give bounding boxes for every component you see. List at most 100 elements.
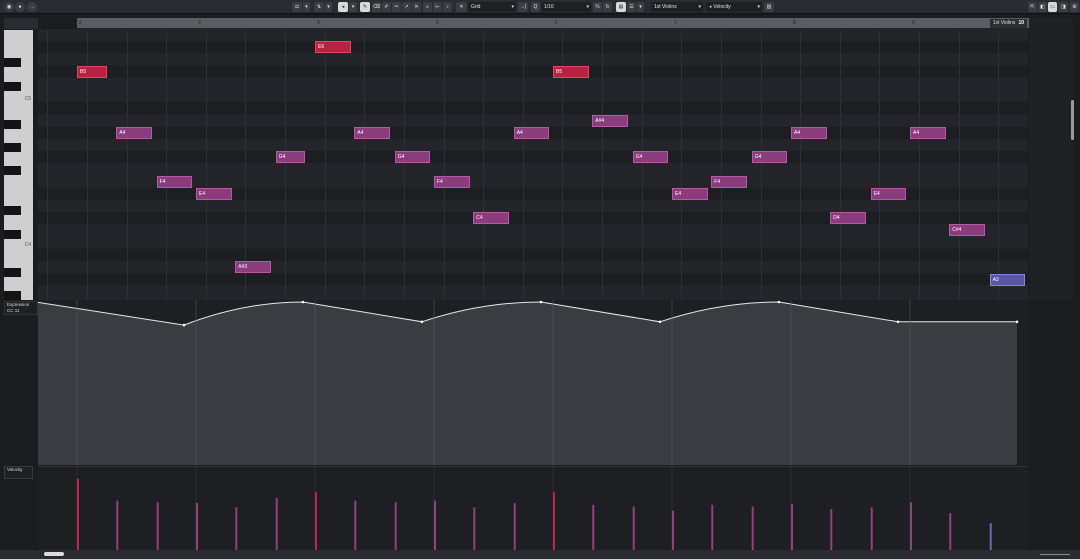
black-key[interactable] xyxy=(4,206,21,215)
triplet-icon[interactable]: ⅔ xyxy=(593,2,602,12)
midi-note-e6[interactable]: E6 xyxy=(315,41,351,54)
beat-line xyxy=(47,29,49,300)
zoom-slider[interactable] xyxy=(1040,552,1070,556)
loop-icon[interactable]: ↻ xyxy=(603,2,612,12)
collapse-icon[interactable]: ⇱ xyxy=(1028,2,1037,12)
vertical-scrollbar[interactable] xyxy=(1071,100,1074,140)
lane-parameter-select[interactable]: ◕ Velocity ▾ xyxy=(706,2,762,12)
velocity-lane[interactable] xyxy=(38,466,1028,551)
expression-point xyxy=(182,323,186,327)
solo-icon[interactable]: ◉ xyxy=(4,2,14,12)
camera-icon[interactable]: ◘ xyxy=(292,2,302,12)
ruler-bar-8: 8 xyxy=(793,20,796,26)
velocity-bar xyxy=(949,513,952,551)
expression-lane-label[interactable]: Expression CC 11 xyxy=(4,301,38,315)
midi-note-as4[interactable]: A#4 xyxy=(592,114,628,127)
velocity-bar xyxy=(870,507,873,551)
midi-note-a4[interactable]: A4 xyxy=(791,126,827,139)
beat-line xyxy=(126,29,128,300)
velocity-label: Velocity xyxy=(7,467,23,472)
midi-note-c4[interactable]: C4 xyxy=(473,212,509,225)
midi-note-f4[interactable]: F4 xyxy=(434,175,470,188)
velocity-bar xyxy=(989,523,992,551)
mute-icon[interactable]: ✕ xyxy=(412,2,421,12)
velocity-bar xyxy=(513,503,516,551)
pencil-icon[interactable]: ✐ xyxy=(382,2,391,12)
record-icon[interactable]: ● xyxy=(15,2,25,12)
midi-note-cs4[interactable]: C#4 xyxy=(949,224,985,237)
ruler-bar-4: 4 xyxy=(317,20,320,26)
midi-note-a4[interactable]: A4 xyxy=(910,126,946,139)
midi-note-as3[interactable]: A#3 xyxy=(235,260,271,273)
timeline-ruler[interactable]: 1st Violins 10 2 3 4 5 6 7 8 9 xyxy=(77,18,1029,29)
arrow-tool-icon[interactable]: ◂ xyxy=(338,2,348,12)
midi-note-g4[interactable]: G4 xyxy=(632,151,669,164)
line-tool-icon[interactable]: ⊢ xyxy=(433,2,442,12)
snap-icon[interactable]: ✕ xyxy=(456,2,467,12)
velocity-bars[interactable] xyxy=(38,467,1028,551)
snap-mode-icon[interactable]: →| xyxy=(518,2,528,12)
layout-left-icon[interactable]: ◧ xyxy=(1038,2,1047,12)
midi-note-a4[interactable]: A4 xyxy=(354,126,390,139)
midi-note-e4[interactable]: E4 xyxy=(870,187,907,200)
draw-tool-icon[interactable]: ✎ xyxy=(360,2,370,12)
midi-note-a3[interactable]: A3 xyxy=(989,274,1026,287)
eraser-icon[interactable]: ⌫ xyxy=(372,2,381,12)
midi-note-b5[interactable]: B5 xyxy=(77,65,107,78)
beat-line xyxy=(958,29,960,300)
midi-note-f4[interactable]: F4 xyxy=(711,175,747,188)
expression-curve[interactable] xyxy=(33,300,1028,465)
black-key[interactable] xyxy=(4,58,21,67)
layout-bottom-icon[interactable]: ▭ xyxy=(1048,2,1057,12)
note-grid[interactable]: B5 A4 F4 E4 A#3 G4 E6 A4 G4 F4 C4 A4 B5 A#4 G4 E4 F4 G4 A4… xyxy=(38,29,1028,300)
split-icon[interactable]: ⇅ xyxy=(314,2,324,12)
layout-right-icon[interactable]: ◨ xyxy=(1059,2,1068,12)
midi-note-b5[interactable]: B5 xyxy=(553,65,589,78)
speaker-icon[interactable]: ♪ xyxy=(443,2,452,12)
midi-note-g4[interactable]: G4 xyxy=(394,151,431,164)
piano-keyboard[interactable]: C5 C4 xyxy=(4,30,33,300)
midi-note-f4[interactable]: F4 xyxy=(156,175,193,188)
black-key[interactable] xyxy=(4,143,21,152)
midi-note-a4[interactable]: A4 xyxy=(116,126,152,139)
black-key[interactable] xyxy=(4,166,21,175)
black-key[interactable] xyxy=(4,291,21,300)
quantize-select[interactable]: Grid ▾ xyxy=(468,2,516,12)
mixer-icon[interactable]: ▥ xyxy=(764,2,774,12)
expression-point xyxy=(896,320,900,324)
track-name: 1st Violins xyxy=(654,4,677,10)
midi-note-g4[interactable]: G4 xyxy=(275,151,306,164)
chevron-down-icon[interactable]: ▾ xyxy=(349,2,357,12)
midi-note-d4[interactable]: D4 xyxy=(830,212,866,225)
horizontal-scrollbar[interactable] xyxy=(44,552,64,556)
velocity-bar xyxy=(592,504,595,551)
expression-point xyxy=(420,320,424,324)
zoom-icon[interactable]: ⌕ xyxy=(423,2,432,12)
quantize-icon[interactable]: Q xyxy=(531,2,540,12)
expression-lane[interactable] xyxy=(33,300,1028,465)
black-key[interactable] xyxy=(4,82,21,91)
black-key[interactable] xyxy=(4,268,21,277)
step-input-icon[interactable]: ▤ xyxy=(616,2,626,12)
midi-note-g4[interactable]: G4 xyxy=(751,151,788,164)
chevron-down-icon[interactable]: ▾ xyxy=(637,2,644,12)
glue-icon[interactable]: ↗ xyxy=(402,2,411,12)
ruler-corner xyxy=(4,18,38,29)
settings-icon[interactable]: ⚙ xyxy=(1070,2,1079,12)
octave-label-c4: C4 xyxy=(24,242,31,248)
velocity-lane-label[interactable]: Velocity xyxy=(4,466,33,479)
midi-note-e4[interactable]: E4 xyxy=(672,187,708,200)
velocity-bar xyxy=(354,500,357,551)
chevron-down-icon[interactable]: ▾ xyxy=(303,2,310,12)
midi-note-e4[interactable]: E4 xyxy=(196,187,232,200)
velocity-bar xyxy=(830,509,833,551)
list-icon[interactable]: ☰ xyxy=(627,2,636,12)
track-select[interactable]: 1st Violins ▾ xyxy=(651,2,703,12)
midi-note-a4[interactable]: A4 xyxy=(513,126,550,139)
forward-icon[interactable]: → xyxy=(27,2,37,12)
black-key[interactable] xyxy=(4,230,21,239)
quantize-length-select[interactable]: 1/16 ▾ xyxy=(541,2,591,12)
scissors-icon[interactable]: ✂ xyxy=(392,2,401,12)
chevron-down-icon[interactable]: ▾ xyxy=(325,2,332,12)
black-key[interactable] xyxy=(4,120,21,129)
